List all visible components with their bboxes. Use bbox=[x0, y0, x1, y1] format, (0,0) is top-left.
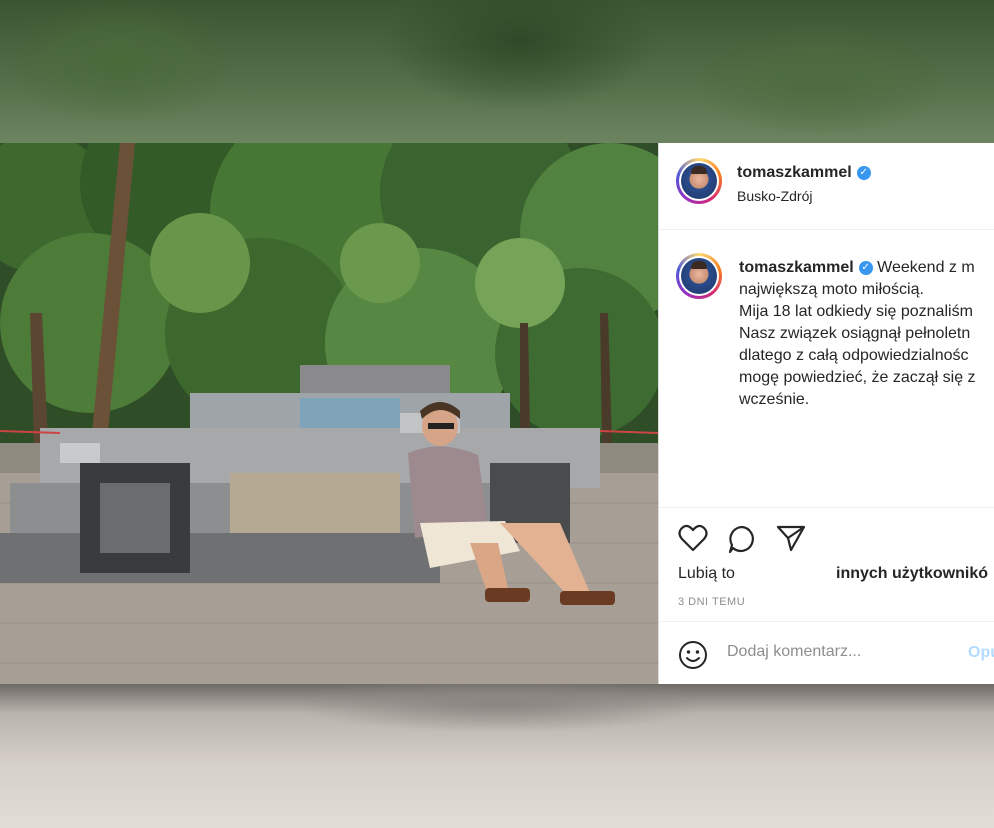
likes-prefix: Lubią to bbox=[678, 565, 735, 582]
verified-badge-icon: ✓ bbox=[856, 165, 871, 180]
caption-line-4: Nasz związek osiągnął pełnoletn bbox=[739, 325, 971, 342]
blurred-background-top bbox=[0, 0, 994, 143]
comment-input[interactable] bbox=[725, 642, 959, 662]
post-caption: tomaszkammel ✓ Weekend z m największą mot… bbox=[739, 257, 994, 411]
post-actions: Lubią to innych użytkownikó 3 DNI TEMU bbox=[659, 507, 994, 628]
blurred-background-bottom bbox=[0, 684, 994, 828]
smiley-icon[interactable] bbox=[678, 640, 708, 675]
heart-icon[interactable] bbox=[678, 524, 708, 557]
caption-line-3: Mija 18 lat odkiedy się poznaliśm bbox=[739, 303, 973, 320]
caption-line-1: Weekend z m bbox=[877, 259, 975, 276]
post-photo[interactable] bbox=[0, 143, 658, 684]
caption-line-5: dlatego z całą odpowiedzialnośc bbox=[739, 347, 969, 364]
likes-count-link[interactable]: innych użytkownikó bbox=[836, 565, 988, 583]
comment-bar: Opu bbox=[659, 621, 994, 684]
paper-plane-icon[interactable] bbox=[776, 524, 806, 557]
caption-avatar[interactable] bbox=[676, 253, 722, 299]
post-comment-button[interactable]: Opu bbox=[968, 644, 994, 662]
caption-line-6: mogę powiedzieć, że zaczął się z bbox=[739, 369, 976, 386]
header-username[interactable]: tomaszkammel ✓ bbox=[737, 164, 871, 182]
post-timestamp[interactable]: 3 DNI TEMU bbox=[678, 596, 745, 608]
verified-badge-icon: ✓ bbox=[858, 260, 873, 275]
comment-bubble-icon[interactable] bbox=[727, 524, 757, 559]
post-header: tomaszkammel ✓ Busko-Zdrój bbox=[659, 143, 994, 230]
caption-line-2: największą moto miłością. bbox=[739, 281, 924, 298]
profile-avatar[interactable] bbox=[676, 158, 722, 204]
post-location[interactable]: Busko-Zdrój bbox=[737, 188, 812, 204]
caption-line-7: wcześnie. bbox=[739, 391, 810, 408]
caption-username[interactable]: tomaszkammel bbox=[739, 259, 854, 276]
post-panel: tomaszkammel ✓ Busko-Zdrój tomaszkammel ✓ … bbox=[658, 143, 994, 684]
